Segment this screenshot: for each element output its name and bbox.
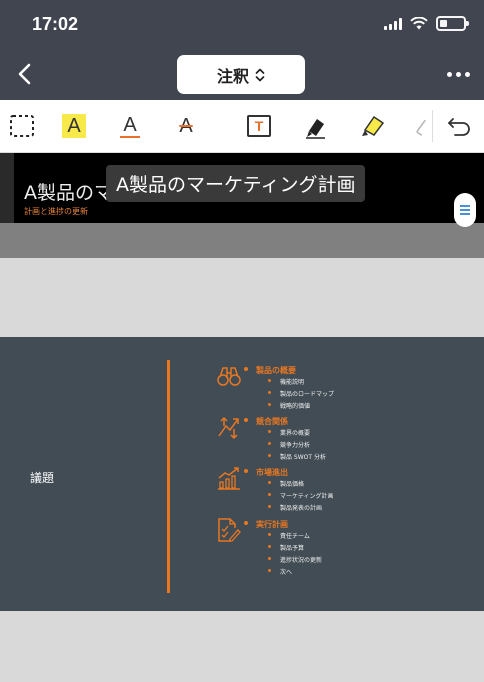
scroll-handle[interactable]: [454, 193, 476, 227]
tool-highlighter[interactable]: [358, 112, 386, 140]
section-title: 競合関係: [244, 417, 288, 426]
selection-rect-icon: [10, 115, 34, 137]
strikethrough-text-icon: A: [179, 115, 193, 137]
back-chevron-icon[interactable]: [14, 62, 36, 86]
slide-edge-strip: [0, 153, 14, 223]
section-item: 責任チーム: [268, 533, 310, 540]
tool-underline-text[interactable]: A: [116, 112, 144, 140]
wifi-icon: [410, 17, 428, 30]
mode-selector-label: 注釈: [216, 66, 249, 86]
tool-eraser[interactable]: [410, 112, 432, 140]
more-options-icon[interactable]: [447, 72, 470, 77]
mode-selector-button[interactable]: 注釈: [177, 55, 305, 94]
section-item: マーケティング計画: [268, 493, 334, 500]
tool-select[interactable]: [8, 112, 36, 140]
agenda-label: 議題: [30, 471, 55, 485]
section-title: 市場進出: [244, 468, 288, 477]
section-item: 製品のロードマップ: [267, 391, 335, 398]
slide-agenda[interactable]: 議題 製品の概要 機能説明 製品のロードマップ 戦略的価値 競合関係 業界の概要: [0, 337, 484, 611]
status-icons: [384, 16, 469, 31]
highlighter-icon: [362, 115, 385, 136]
nav-bar: 注釈: [0, 50, 484, 100]
section-title: 実行計画: [244, 520, 288, 529]
status-bar: 17:02: [0, 0, 484, 50]
growth-chart-icon: [218, 467, 240, 490]
cellular-signal-icon: [384, 17, 402, 30]
undo-icon: [448, 118, 470, 136]
text-box-icon: T: [247, 115, 271, 137]
section-item: 進捗状況の更新: [267, 557, 323, 564]
section-item: 競争力分析: [267, 442, 311, 449]
annotation-toolbar: A A A T: [0, 100, 484, 153]
selected-text-popup[interactable]: A製品のマーケティング計画: [106, 165, 366, 202]
highlight-text-icon: A: [62, 114, 86, 138]
slide-title[interactable]: A製品のマーケティング計画（20XX年） 計画と進捗の更新 A製品のマーケティン…: [0, 153, 484, 258]
section-item: 製品価格: [267, 481, 305, 488]
section-item: 製品 SWOT 分析: [268, 454, 326, 461]
document-edit-icon: [218, 518, 241, 542]
eraser-icon: [416, 119, 426, 137]
status-time: 17:02: [32, 14, 79, 34]
tool-highlight-text[interactable]: A: [60, 112, 88, 140]
pen-icon: [306, 119, 325, 139]
battery-icon: [436, 16, 469, 31]
toolbar-divider: [432, 110, 433, 142]
section-item: 製品予算: [267, 545, 305, 552]
slide-subtitle-text: 計画と進捗の更新: [24, 207, 88, 216]
section-item: 戦略的価値: [267, 403, 311, 410]
tool-strikethrough-text[interactable]: A: [172, 112, 200, 140]
tool-pen[interactable]: [302, 112, 330, 140]
slide-band: [0, 223, 484, 258]
section-item: 業界の概要: [267, 430, 311, 437]
document-view[interactable]: A製品のマーケティング計画（20XX年） 計画と進捗の更新 A製品のマーケティン…: [0, 153, 484, 682]
tool-undo[interactable]: [445, 112, 473, 140]
tool-text-box[interactable]: T: [245, 112, 273, 140]
section-item: 次へ: [267, 569, 293, 576]
underline-text-icon: A: [120, 115, 140, 138]
section-item: 製品発表の計画: [267, 505, 323, 512]
up-down-chevron-icon: [255, 68, 265, 81]
battery-level: [440, 20, 447, 27]
binoculars-icon: [217, 367, 241, 386]
section-title: 製品の概要: [244, 366, 296, 375]
agenda-divider-line: [167, 360, 170, 593]
section-item: 機能説明: [267, 379, 305, 386]
arrows-icon: [218, 416, 239, 440]
